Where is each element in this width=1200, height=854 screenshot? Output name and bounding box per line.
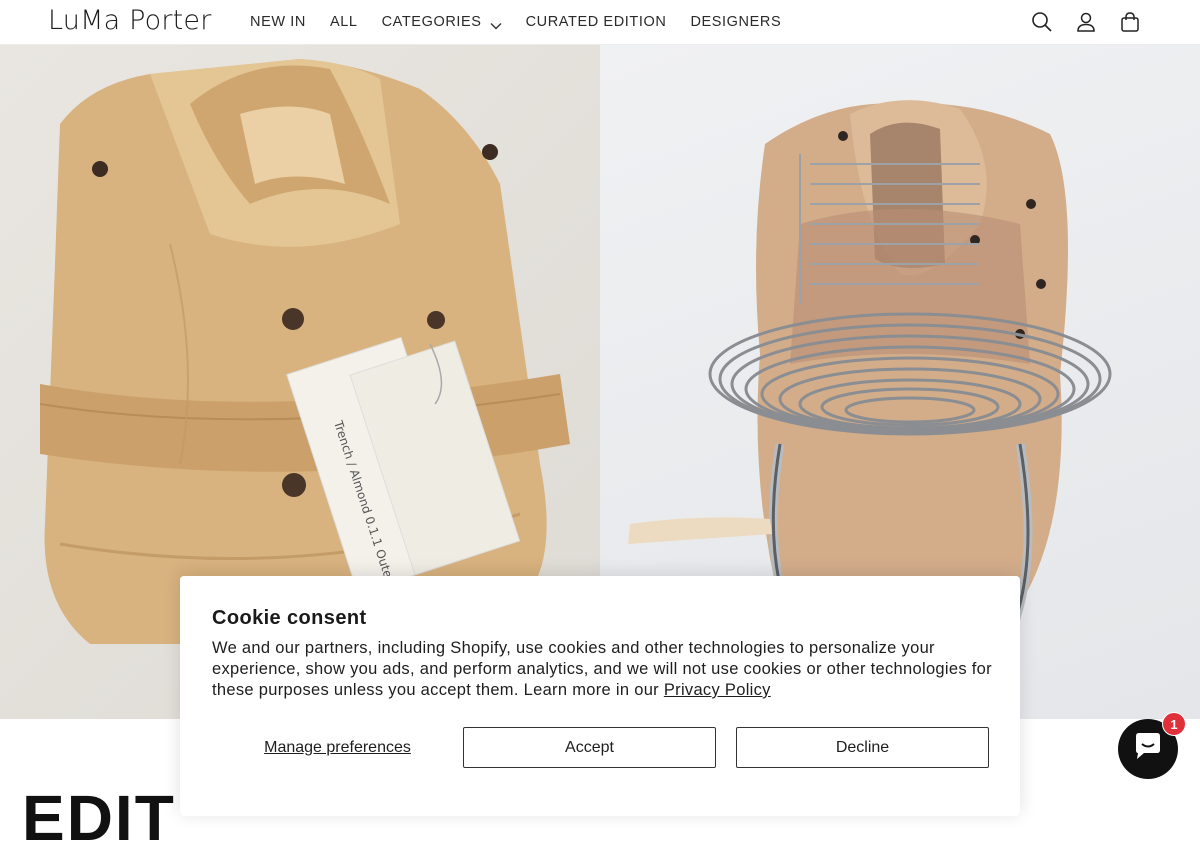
accept-button[interactable]: Accept: [463, 727, 716, 768]
nav-curated-edition[interactable]: CURATED EDITION: [514, 14, 679, 30]
nav-new-in[interactable]: NEW IN: [238, 14, 318, 30]
cookie-consent-dialog: Cookie consent We and our partners, incl…: [180, 576, 1020, 816]
cookie-body: We and our partners, including Shopify, …: [212, 638, 992, 701]
nav-all[interactable]: ALL: [318, 14, 370, 30]
privacy-policy-link[interactable]: Privacy Policy: [664, 681, 771, 699]
chevron-down-icon: [490, 18, 502, 30]
chat-unread-badge: 1: [1162, 712, 1186, 736]
cookie-title: Cookie consent: [212, 607, 367, 629]
nav-categories[interactable]: CATEGORIES: [370, 14, 514, 30]
decline-button[interactable]: Decline: [736, 727, 989, 768]
site-logo[interactable]: LuMa Porter: [48, 5, 212, 36]
site-header: LuMa Porter NEW IN ALL CATEGORIES CURATE…: [0, 0, 1200, 45]
cookie-body-text: We and our partners, including Shopify, …: [212, 639, 992, 699]
main-nav: NEW IN ALL CATEGORIES CURATED EDITION DE…: [238, 0, 793, 44]
section-heading: EDIT: [22, 782, 176, 854]
manage-preferences-button[interactable]: Manage preferences: [212, 727, 463, 768]
chat-bubble-icon: [1132, 732, 1164, 767]
account-icon[interactable]: [1064, 0, 1108, 44]
nav-designers[interactable]: DESIGNERS: [678, 14, 793, 30]
search-icon[interactable]: [1020, 0, 1064, 44]
header-icons: [1020, 0, 1152, 44]
cart-icon[interactable]: [1108, 0, 1152, 44]
